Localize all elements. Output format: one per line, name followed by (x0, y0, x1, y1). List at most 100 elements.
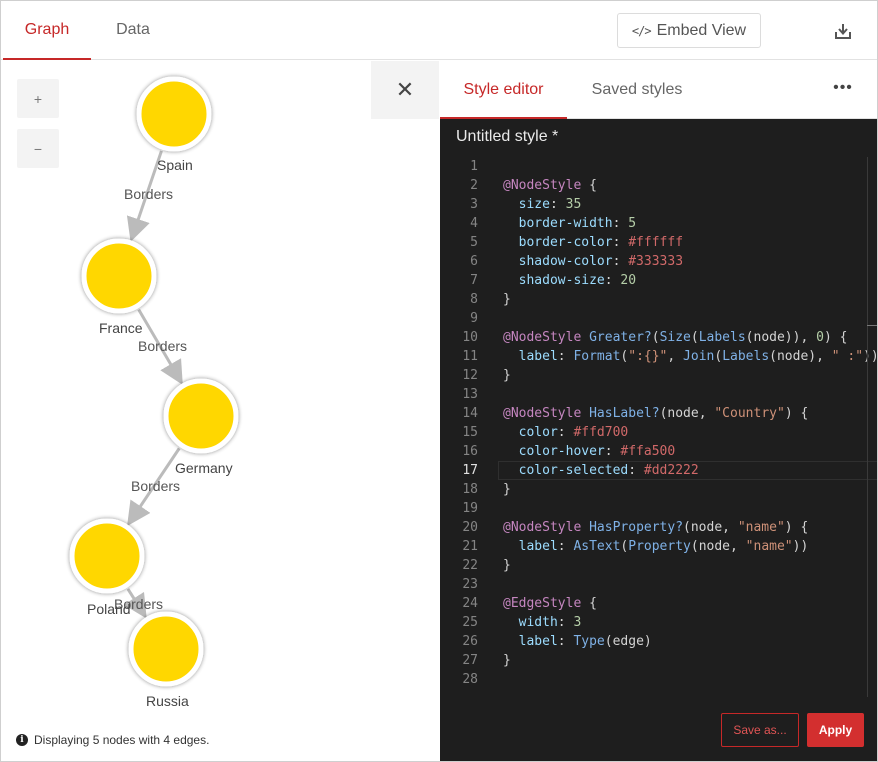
embed-view-button[interactable]: </> Embed View (617, 13, 761, 48)
line-number: 16 (462, 444, 478, 459)
code-line[interactable]: 1 (440, 157, 877, 176)
line-number: 28 (462, 672, 478, 687)
code-line[interactable]: 26 label: Type(edge) (440, 632, 877, 651)
code-text: label: Type(edge) (518, 634, 652, 649)
code-line[interactable]: 11 label: Format(":{}", Join(Labels(node… (440, 347, 877, 366)
code-line[interactable]: 10 @NodeStyle Greater?(Size(Labels(node))… (440, 328, 877, 347)
code-text: shadow-size: 20 (518, 273, 637, 288)
code-line[interactable]: 5 border-color: #ffffff (440, 233, 877, 252)
code-line[interactable]: 4 border-width: 5 (440, 214, 877, 233)
line-number: 27 (462, 653, 478, 668)
close-panel-button[interactable]: ✕ (371, 61, 439, 119)
save-as-button[interactable]: Save as... (721, 713, 799, 747)
edge-label: Borders (131, 478, 181, 494)
graph-node[interactable] (136, 76, 212, 152)
code-line[interactable]: 15 color: #ffd700 (440, 423, 877, 442)
tab-style-editor[interactable]: Style editor (440, 61, 567, 119)
line-number: 15 (462, 425, 478, 440)
line-number: 4 (470, 216, 478, 231)
code-text: border-width: 5 (518, 216, 637, 231)
node-label: Spain (157, 157, 193, 173)
node-label: Germany (175, 460, 233, 476)
line-number: 3 (470, 197, 478, 212)
code-line[interactable]: 18} (440, 480, 877, 499)
editor-scrollbar[interactable] (867, 157, 868, 697)
scrollbar-marker (867, 325, 877, 326)
line-number: 6 (470, 254, 478, 269)
code-text: } (503, 292, 511, 307)
code-line[interactable]: 20 @NodeStyle HasProperty?(node, "name") … (440, 518, 877, 537)
line-number: 17 (462, 463, 478, 478)
app-window: Graph Data </> Embed View + − Borders Bo… (0, 0, 878, 762)
code-line[interactable]: 2 @NodeStyle { (440, 176, 877, 195)
code-line[interactable]: 24 @EdgeStyle { (440, 594, 877, 613)
graph-node[interactable] (163, 378, 239, 454)
status-bar: i Displaying 5 nodes with 4 edges. (16, 733, 209, 747)
line-number: 14 (462, 406, 478, 421)
style-name[interactable]: Untitled style * (456, 128, 558, 146)
top-bar: Graph Data </> Embed View (1, 1, 877, 60)
line-number: 21 (462, 539, 478, 554)
code-editor[interactable]: 1 2 @NodeStyle {3 size: 35 4 border-width: … (440, 157, 877, 697)
code-text: @NodeStyle HasLabel?(node, "Country") { (503, 406, 809, 421)
line-number: 9 (470, 311, 478, 326)
code-text: shadow-color: #333333 (518, 254, 684, 269)
line-number: 23 (462, 577, 478, 592)
graph-node[interactable] (69, 518, 145, 594)
code-line[interactable]: 19 (440, 499, 877, 518)
code-line[interactable]: 6 shadow-color: #333333 (440, 252, 877, 271)
node-label: Russia (146, 693, 189, 709)
more-options-icon[interactable]: ••• (828, 61, 858, 119)
graph-node[interactable] (81, 238, 157, 314)
code-line[interactable]: 16 color-hover: #ffa500 (440, 442, 877, 461)
code-line[interactable]: 25 width: 3 (440, 613, 877, 632)
code-line[interactable]: 12} (440, 366, 877, 385)
download-icon[interactable] (829, 18, 857, 46)
line-number: 22 (462, 558, 478, 573)
code-line[interactable]: 27} (440, 651, 877, 670)
code-line[interactable]: 7 shadow-size: 20 (440, 271, 877, 290)
line-number: 8 (470, 292, 478, 307)
apply-button[interactable]: Apply (807, 713, 864, 747)
edge-label: Borders (138, 338, 188, 354)
node-label: Poland (87, 601, 131, 617)
code-line[interactable]: 28 (440, 670, 877, 689)
line-number: 24 (462, 596, 478, 611)
code-line[interactable]: 22} (440, 556, 877, 575)
line-number: 5 (470, 235, 478, 250)
tab-saved-styles[interactable]: Saved styles (567, 61, 707, 119)
info-icon: i (16, 734, 28, 746)
code-line[interactable]: 23 (440, 575, 877, 594)
code-text: color-hover: #ffa500 (518, 444, 676, 459)
graph-canvas[interactable]: + − Borders Borders Borders Borders Spain Fra… (1, 61, 439, 761)
code-line[interactable]: 17 color-selected: #dd2222 (440, 461, 877, 480)
code-line[interactable]: 3 size: 35 (440, 195, 877, 214)
line-number: 13 (462, 387, 478, 402)
code-text: color-selected: #dd2222 (518, 463, 699, 478)
line-number: 18 (462, 482, 478, 497)
code-line[interactable]: 8} (440, 290, 877, 309)
code-text: width: 3 (518, 615, 582, 630)
style-panel: Style editor Saved styles ••• Untitled s… (440, 61, 877, 761)
code-text: label: AsText(Property(node, "name")) (518, 539, 809, 554)
graph-node[interactable] (128, 611, 204, 687)
line-number: 12 (462, 368, 478, 383)
code-line[interactable]: 9 (440, 309, 877, 328)
edge-label: Borders (124, 186, 174, 202)
line-number: 19 (462, 501, 478, 516)
node-label: France (99, 320, 143, 336)
line-number: 25 (462, 615, 478, 630)
code-line[interactable]: 21 label: AsText(Property(node, "name")) (440, 537, 877, 556)
code-text: } (503, 653, 511, 668)
code-text: @NodeStyle Greater?(Size(Labels(node)), … (503, 330, 848, 345)
code-line[interactable]: 14 @NodeStyle HasLabel?(node, "Country") … (440, 404, 877, 423)
tab-data[interactable]: Data (91, 1, 175, 60)
embed-view-label: Embed View (656, 21, 747, 39)
code-text: border-color: #ffffff (518, 235, 684, 250)
line-number: 1 (470, 159, 478, 174)
tab-graph[interactable]: Graph (3, 1, 91, 60)
code-text: size: 35 (518, 197, 582, 212)
code-text: @NodeStyle HasProperty?(node, "name") { (503, 520, 809, 535)
code-text: @EdgeStyle { (503, 596, 597, 611)
code-line[interactable]: 13 (440, 385, 877, 404)
